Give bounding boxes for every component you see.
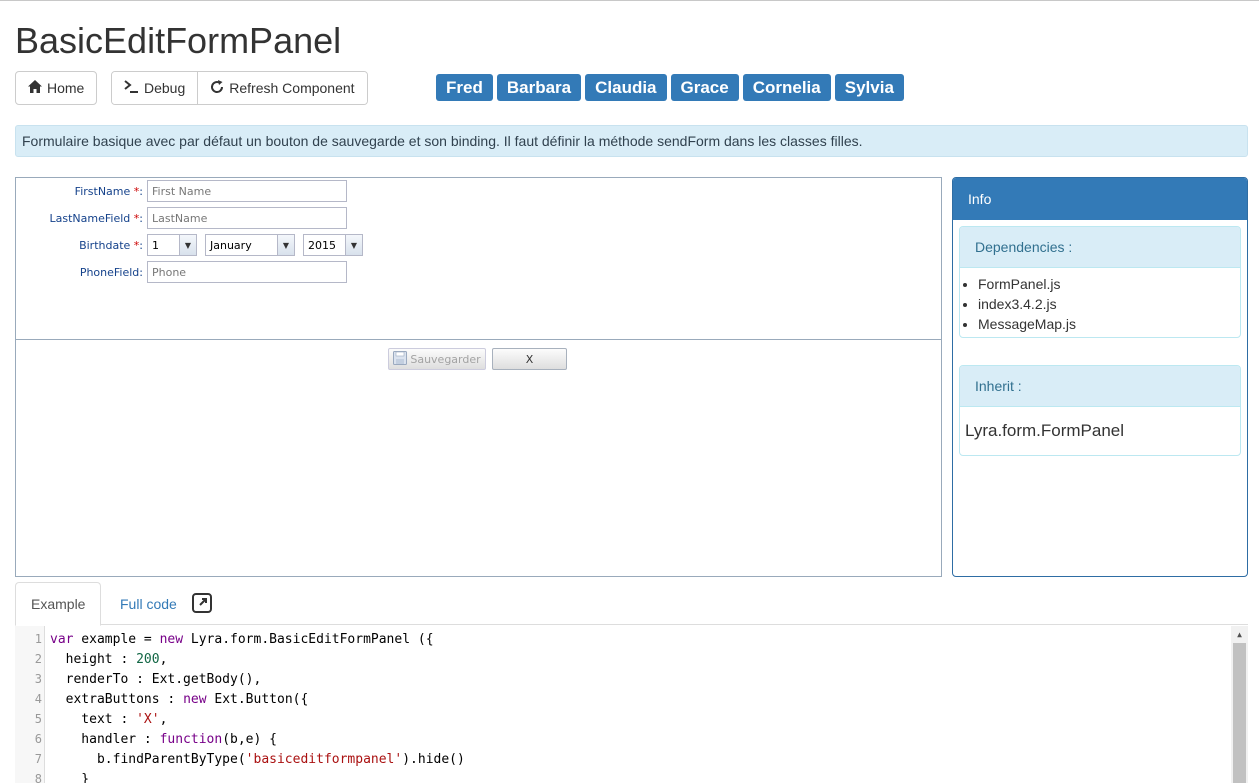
refresh-component-button[interactable]: Refresh Component — [197, 72, 367, 104]
name-tab-cornelia[interactable]: Cornelia — [742, 74, 831, 101]
birthdate-day-select[interactable]: 1 ▼ — [147, 234, 197, 256]
list-item: FormPanel.js — [978, 274, 1240, 294]
tab-full-code[interactable]: Full code — [105, 582, 192, 625]
firstname-row: FirstName *: First Name — [16, 180, 347, 202]
chevron-down-icon: ▼ — [345, 235, 362, 255]
birthdate-year-select[interactable]: 2015 ▼ — [303, 234, 363, 256]
code-tabs: Example Full code — [15, 582, 1248, 626]
info-panel: Info Dependencies : FormPanel.js index3.… — [952, 177, 1248, 577]
refresh-label: Refresh Component — [229, 80, 355, 96]
debug-button[interactable]: Debug — [112, 72, 198, 104]
scrollbar-thumb[interactable] — [1233, 643, 1246, 783]
name-tabs: Fred Barbara Claudia Grace Cornelia Sylv… — [436, 74, 904, 101]
code-editor[interactable]: 1 var example = new Lyra.form.BasicEditFo… — [15, 626, 1248, 783]
debug-button-group: Debug Refresh Component — [111, 71, 368, 105]
firstname-input[interactable]: First Name — [147, 180, 347, 202]
birthdate-month-select[interactable]: January ▼ — [205, 234, 295, 256]
name-tab-fred[interactable]: Fred — [436, 74, 493, 101]
name-tab-grace[interactable]: Grace — [670, 74, 739, 101]
inherit-header: Inherit : — [960, 366, 1240, 407]
floppy-disk-icon — [393, 350, 408, 368]
birthdate-label: Birthdate *: — [79, 238, 143, 252]
tab-example[interactable]: Example — [15, 582, 102, 626]
chevron-down-icon: ▼ — [277, 235, 294, 255]
info-panel-header: Info — [953, 178, 1247, 220]
dependencies-title: Dependencies : — [975, 239, 1073, 255]
phone-row: PhoneField: Phone — [16, 261, 347, 283]
debug-label: Debug — [144, 80, 186, 96]
birthdate-row: Birthdate *: 1 ▼ January ▼ 2015 ▼ — [16, 234, 371, 256]
code-line: 7 b.findParentByType('basiceditformpanel… — [34, 751, 465, 767]
code-scrollbar[interactable]: ▲ — [1231, 626, 1248, 783]
lastname-label: LastNameField *: — [49, 211, 143, 225]
code-line: 6 handler : function(b,e) { — [34, 731, 277, 747]
save-button[interactable]: Sauvegarder — [388, 348, 486, 370]
home-label: Home — [47, 80, 85, 96]
page-title: BasicEditFormPanel — [15, 20, 342, 61]
terminal-icon — [124, 80, 139, 96]
dependencies-list: FormPanel.js index3.4.2.js MessageMap.js — [960, 274, 1240, 334]
code-line: 4 extraButtons : new Ext.Button({ — [34, 691, 309, 707]
close-label: X — [525, 352, 534, 366]
inherit-value: Lyra.form.FormPanel — [965, 421, 1125, 440]
refresh-icon — [210, 79, 224, 97]
inherit-title: Inherit : — [975, 378, 1022, 394]
name-tab-barbara[interactable]: Barbara — [496, 74, 582, 101]
scroll-up-icon[interactable]: ▲ — [1231, 626, 1248, 643]
form-body: FirstName *: First Name LastNameField *:… — [16, 178, 941, 340]
list-item: MessageMap.js — [978, 314, 1240, 334]
info-panel-title: Info — [968, 191, 992, 207]
form-panel: FirstName *: First Name LastNameField *:… — [15, 177, 942, 577]
firstname-label: FirstName *: — [74, 184, 143, 198]
external-link-icon[interactable] — [192, 593, 212, 613]
list-item: index3.4.2.js — [978, 294, 1240, 314]
phone-label: PhoneField: — [79, 265, 143, 279]
phone-input[interactable]: Phone — [147, 261, 347, 283]
inherit-panel: Inherit : Lyra.form.FormPanel — [959, 365, 1241, 456]
code-line: 2 height : 200, — [34, 651, 168, 667]
description-alert: Formulaire basique avec par défaut un bo… — [15, 125, 1248, 157]
name-tab-sylvia[interactable]: Sylvia — [834, 74, 904, 101]
code-line: 8 } — [34, 771, 90, 783]
lastname-input[interactable]: LastName — [147, 207, 347, 229]
close-button[interactable]: X — [492, 348, 567, 370]
code-line: 1 var example = new Lyra.form.BasicEditFo… — [34, 631, 434, 647]
description-text: Formulaire basique avec par défaut un bo… — [22, 133, 863, 149]
dependencies-header: Dependencies : — [960, 227, 1240, 268]
code-line: 5 text : 'X', — [34, 711, 168, 727]
code-line: 3 renderTo : Ext.getBody(), — [34, 671, 262, 687]
save-label: Sauvegarder — [410, 352, 481, 366]
dependencies-panel: Dependencies : FormPanel.js index3.4.2.j… — [959, 226, 1241, 338]
home-button[interactable]: Home — [15, 71, 97, 105]
lastname-row: LastNameField *: LastName — [16, 207, 347, 229]
chevron-down-icon: ▼ — [179, 235, 196, 255]
home-icon — [28, 80, 42, 96]
name-tab-claudia[interactable]: Claudia — [585, 74, 667, 101]
